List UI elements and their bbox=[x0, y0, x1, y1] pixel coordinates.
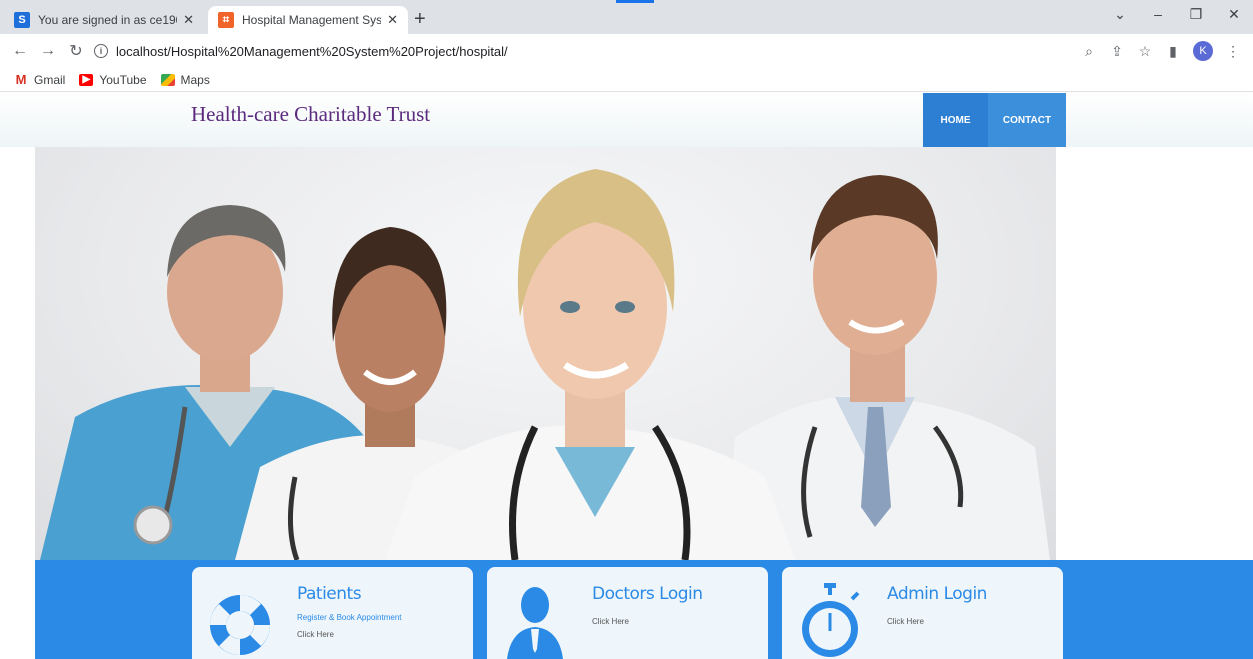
window-controls: ⌄ – ❐ ✕ bbox=[1101, 6, 1253, 23]
tab-title: Hospital Management System bbox=[242, 13, 382, 27]
nav-home[interactable]: HOME bbox=[923, 93, 988, 147]
site-title: Health-care Charitable Trust bbox=[191, 102, 431, 126]
tab-favicon-icon: ⌗ bbox=[218, 12, 234, 28]
card-title: Admin Login bbox=[887, 584, 987, 604]
side-panel-icon[interactable]: ▮ bbox=[1159, 43, 1187, 60]
close-tab-icon[interactable]: ✕ bbox=[387, 12, 398, 28]
tab-title: You are signed in as ce19007 bbox=[38, 13, 177, 27]
new-tab-button[interactable]: + bbox=[414, 9, 426, 29]
site-header: Health-care Charitable Trust HOME CONTAC… bbox=[0, 93, 1253, 147]
minimize-icon[interactable]: – bbox=[1139, 6, 1177, 23]
bookmark-label: Gmail bbox=[34, 72, 66, 87]
bookmark-star-icon[interactable]: ☆ bbox=[1131, 43, 1159, 60]
card-link[interactable]: Click Here bbox=[887, 617, 924, 626]
nav-contact[interactable]: CONTACT bbox=[988, 93, 1066, 147]
tab-favicon-icon: S bbox=[14, 12, 30, 28]
bookmark-youtube[interactable]: ▶ YouTube bbox=[79, 72, 147, 87]
bookmark-gmail[interactable]: M Gmail bbox=[14, 72, 66, 87]
zoom-icon[interactable]: ⌕ bbox=[1075, 43, 1103, 60]
doctor-icon bbox=[507, 587, 563, 659]
tab-search-icon[interactable]: ⌄ bbox=[1101, 6, 1139, 23]
hero-doctors-image bbox=[35, 147, 1056, 560]
reload-icon[interactable]: ↻ bbox=[62, 41, 90, 61]
maps-icon bbox=[160, 73, 175, 86]
admin-login-card[interactable]: Admin Login Click Here bbox=[782, 567, 1063, 659]
bookmarks-bar: M Gmail ▶ YouTube Maps bbox=[0, 68, 1253, 92]
share-icon[interactable]: ⇪ bbox=[1103, 43, 1131, 60]
close-window-icon[interactable]: ✕ bbox=[1215, 6, 1253, 23]
card-title: Patients bbox=[297, 584, 362, 604]
browser-tab-bar: S You are signed in as ce19007 ✕ ⌗ Hospi… bbox=[0, 0, 1253, 34]
browser-toolbar: ← → ↻ i localhost/Hospital%20Management%… bbox=[0, 34, 1253, 68]
doctor-figure bbox=[385, 169, 795, 560]
patients-card[interactable]: Patients Register & Book Appointment Cli… bbox=[192, 567, 473, 659]
doctors-illustration bbox=[40, 169, 1050, 560]
bookmark-label: YouTube bbox=[99, 72, 147, 87]
site-info-icon[interactable]: i bbox=[94, 44, 108, 58]
lifebuoy-icon bbox=[210, 595, 270, 655]
tab-indicator bbox=[616, 0, 654, 3]
back-icon[interactable]: ← bbox=[6, 42, 34, 60]
tab-signed-in[interactable]: S You are signed in as ce19007 ✕ bbox=[4, 6, 204, 34]
bookmark-maps[interactable]: Maps bbox=[160, 72, 210, 87]
url-text: localhost/Hospital%20Management%20System… bbox=[116, 43, 508, 59]
main-nav: HOME CONTACT bbox=[923, 93, 1066, 147]
restore-icon[interactable]: ❐ bbox=[1177, 6, 1215, 23]
close-tab-icon[interactable]: ✕ bbox=[183, 12, 194, 28]
card-link[interactable]: Click Here bbox=[297, 630, 334, 639]
card-link[interactable]: Click Here bbox=[592, 617, 629, 626]
card-title: Doctors Login bbox=[592, 584, 703, 604]
menu-icon[interactable]: ⋮ bbox=[1219, 43, 1247, 60]
profile-avatar[interactable]: K bbox=[1193, 41, 1213, 61]
stopwatch-icon bbox=[802, 583, 860, 657]
bookmark-label: Maps bbox=[180, 72, 210, 87]
gmail-icon: M bbox=[14, 72, 28, 87]
doctors-login-card[interactable]: Doctors Login Click Here bbox=[487, 567, 768, 659]
youtube-icon: ▶ bbox=[79, 73, 94, 86]
card-subtitle: Register & Book Appointment bbox=[297, 613, 402, 622]
address-bar[interactable]: i localhost/Hospital%20Management%20Syst… bbox=[94, 37, 1075, 65]
tab-hospital[interactable]: ⌗ Hospital Management System ✕ bbox=[208, 6, 408, 34]
forward-icon[interactable]: → bbox=[34, 42, 62, 60]
